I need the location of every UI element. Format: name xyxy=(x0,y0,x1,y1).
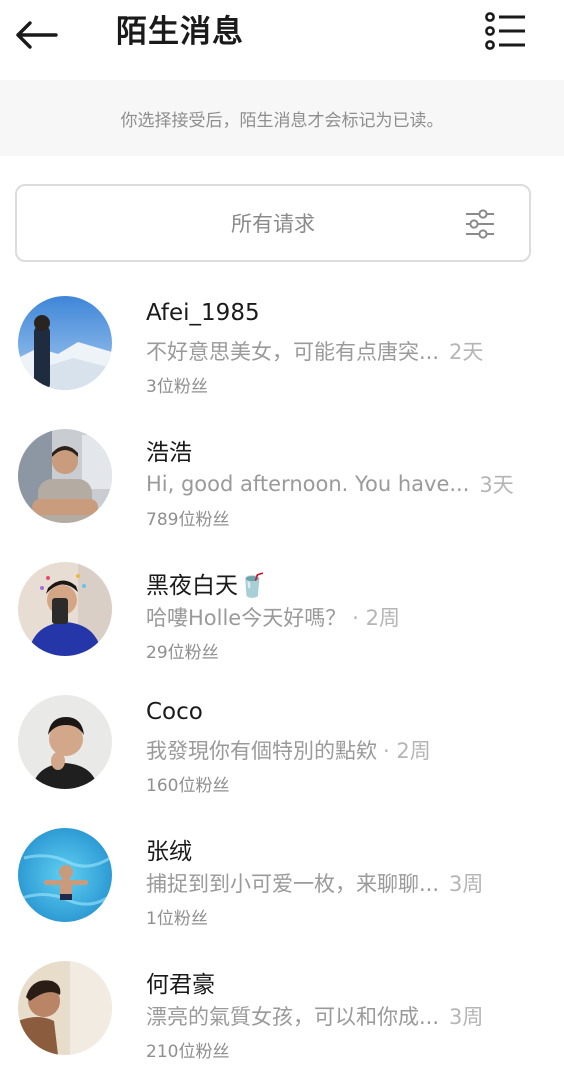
avatar xyxy=(18,562,112,656)
message-preview: 我發現你有個特別的點欸 xyxy=(146,739,377,763)
header: 陌生消息 xyxy=(0,0,564,78)
back-button[interactable] xyxy=(10,12,62,58)
arrow-left-icon xyxy=(16,21,58,49)
read-notice-banner: 你选择接受后，陌生消息才会标记为已读。 xyxy=(0,80,564,156)
message-preview-row: 捕捉到到小可爱一枚，来聊聊... 3周 xyxy=(146,868,546,898)
message-time: 3周 xyxy=(449,872,484,896)
sender-name: 张绒 xyxy=(146,839,192,865)
message-request-list: Afei_1985 不好意思美女，可能有点唐突... 2天 3位粉丝 浩浩 Hi… xyxy=(0,288,564,1068)
message-request-item[interactable]: Afei_1985 不好意思美女，可能有点唐突... 2天 3位粉丝 xyxy=(0,288,564,421)
message-preview: 哈嘍Holle今天好嗎？ xyxy=(146,606,347,630)
sender-name: 黑夜白天🥤 xyxy=(146,573,267,599)
follower-count: 789位粉丝 xyxy=(146,510,230,530)
filter-label: 所有请求 xyxy=(231,212,315,236)
avatar xyxy=(18,296,112,390)
page-title: 陌生消息 xyxy=(116,14,244,50)
sender-name: Afei_1985 xyxy=(146,300,260,326)
message-request-item[interactable]: 浩浩 Hi, good afternoon. You have... 3天 78… xyxy=(0,421,564,554)
message-preview-row: Hi, good afternoon. You have... 3天 xyxy=(146,469,546,499)
message-preview-row: 漂亮的氣質女孩，可以和你成... 3周 xyxy=(146,1001,546,1031)
menu-button[interactable] xyxy=(478,8,534,54)
message-request-item[interactable]: 张绒 捕捉到到小可爱一枚，来聊聊... 3周 1位粉丝 xyxy=(0,820,564,953)
message-time: · 2周 xyxy=(352,606,400,630)
message-time: 2天 xyxy=(449,340,484,364)
message-preview-row: 我發現你有個特別的點欸 · 2周 xyxy=(146,735,546,765)
message-request-item[interactable]: 何君豪 漂亮的氣質女孩，可以和你成... 3周 210位粉丝 xyxy=(0,953,564,1068)
message-preview: 捕捉到到小可爱一枚，来聊聊... xyxy=(146,872,440,896)
sender-name: 何君豪 xyxy=(146,972,215,998)
message-time: 3天 xyxy=(479,473,514,497)
message-time: · 2周 xyxy=(383,739,431,763)
follower-count: 1位粉丝 xyxy=(146,909,208,929)
message-preview: 不好意思美女，可能有点唐突... xyxy=(146,340,440,364)
avatar xyxy=(18,961,112,1055)
message-preview-row: 哈嘍Holle今天好嗎？ · 2周 xyxy=(146,602,546,632)
follower-count: 160位粉丝 xyxy=(146,776,230,796)
follower-count: 29位粉丝 xyxy=(146,643,219,663)
message-preview-row: 不好意思美女，可能有点唐突... 2天 xyxy=(146,336,546,366)
message-time: 3周 xyxy=(449,1005,484,1029)
avatar xyxy=(18,429,112,523)
avatar xyxy=(18,828,112,922)
message-request-item[interactable]: Coco 我發現你有個特別的點欸 · 2周 160位粉丝 xyxy=(0,687,564,820)
sender-name: Coco xyxy=(146,699,203,725)
request-filter[interactable]: 所有请求 xyxy=(15,184,531,262)
follower-count: 210位粉丝 xyxy=(146,1042,230,1062)
notice-text: 你选择接受后，陌生消息才会标记为已读。 xyxy=(120,110,444,131)
message-preview: Hi, good afternoon. You have... xyxy=(146,472,470,496)
sender-name: 浩浩 xyxy=(146,440,192,466)
message-preview: 漂亮的氣質女孩，可以和你成... xyxy=(146,1005,440,1029)
list-menu-icon xyxy=(485,12,525,50)
avatar xyxy=(18,695,112,789)
stranger-messages-page: 陌生消息 你选择接受后，陌生消息才会标记为已读。 所有请求 Afei_1985 … xyxy=(0,0,564,1068)
message-request-item[interactable]: 黑夜白天🥤 哈嘍Holle今天好嗎？ · 2周 29位粉丝 xyxy=(0,554,564,687)
follower-count: 3位粉丝 xyxy=(146,377,208,397)
sliders-icon[interactable] xyxy=(463,207,497,241)
